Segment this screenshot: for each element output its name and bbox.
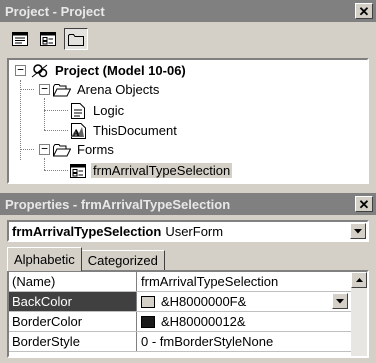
- chevron-down-icon: [336, 298, 344, 303]
- properties-grid: (Name) frmArrivalTypeSelection BackColor…: [7, 270, 369, 358]
- document-object-icon: A: [69, 122, 87, 139]
- property-value[interactable]: &H80000012&: [137, 312, 367, 331]
- project-toolbar: [0, 22, 376, 56]
- color-swatch: [141, 315, 155, 328]
- folder-open-icon: [53, 142, 71, 158]
- property-value[interactable]: 0 - fmBorderStyleNone: [137, 332, 367, 351]
- property-value[interactable]: &H8000000F&: [137, 292, 367, 311]
- properties-close-button[interactable]: ✕: [355, 196, 373, 212]
- object-selector-dropdown-button[interactable]: [350, 223, 366, 239]
- property-name: BorderColor: [9, 312, 137, 331]
- tree-node-project[interactable]: Project (Model 10-06): [31, 61, 188, 80]
- close-icon: ✕: [358, 196, 370, 212]
- project-window-title: Project - Project: [5, 3, 105, 19]
- tree-label-logic: Logic: [93, 103, 125, 118]
- tree-label-form-item: frmArrivalTypeSelection: [91, 163, 233, 178]
- arena-objects-expander[interactable]: −: [39, 83, 50, 95]
- tree-label-arena-objects: Arena Objects: [77, 82, 160, 97]
- view-code-icon: [12, 32, 28, 46]
- module-icon: [69, 102, 87, 119]
- project-window-titlebar[interactable]: Project - Project ✕: [0, 0, 376, 22]
- tab-alphabetic[interactable]: Alphabetic: [7, 247, 82, 271]
- tree-label-thisdocument: ThisDocument: [93, 123, 177, 138]
- tree-node-form-item[interactable]: frmArrivalTypeSelection: [69, 161, 233, 180]
- tree-node-forms[interactable]: Forms: [53, 140, 116, 159]
- root-expander[interactable]: −: [15, 64, 26, 76]
- arrow-up-icon: [355, 278, 363, 282]
- properties-tabs: Alphabetic Categorized: [7, 247, 165, 271]
- property-value[interactable]: frmArrivalTypeSelection: [137, 272, 367, 291]
- properties-window-titlebar[interactable]: Properties - frmArrivalTypeSelection ✕: [0, 193, 376, 215]
- toggle-folders-button[interactable]: [64, 28, 88, 50]
- property-row-borderstyle[interactable]: BorderStyle 0 - fmBorderStyleNone: [9, 332, 367, 352]
- backcolor-dropdown-button[interactable]: [332, 293, 348, 309]
- svg-text:A: A: [73, 128, 80, 138]
- object-selector-type: UserForm: [165, 223, 224, 239]
- project-icon: [31, 63, 49, 79]
- property-name: BackColor: [9, 292, 137, 311]
- property-row-bordercolor[interactable]: BorderColor &H80000012&: [9, 312, 367, 332]
- property-name: BorderStyle: [9, 332, 137, 351]
- project-close-button[interactable]: ✕: [355, 3, 373, 19]
- tree-node-arena-objects[interactable]: Arena Objects: [53, 80, 161, 99]
- project-tree[interactable]: − − − Project (Model 10-06) Arena Object…: [7, 58, 369, 184]
- userform-icon: [69, 163, 87, 179]
- object-selector[interactable]: frmArrivalTypeSelection UserForm: [7, 220, 369, 242]
- properties-window-title: Properties - frmArrivalTypeSelection: [5, 196, 231, 212]
- close-icon: ✕: [358, 3, 370, 19]
- view-code-button[interactable]: [8, 28, 32, 50]
- properties-scrollbar[interactable]: [351, 272, 367, 356]
- folder-icon: [68, 33, 84, 46]
- view-object-button[interactable]: [36, 28, 60, 50]
- tab-categorized[interactable]: Categorized: [80, 250, 165, 271]
- property-value-text: &H8000000F&: [161, 294, 247, 309]
- tree-node-thisdocument[interactable]: A ThisDocument: [69, 121, 179, 140]
- color-swatch: [141, 295, 155, 308]
- chevron-down-icon: [354, 228, 362, 233]
- object-selector-name: frmArrivalTypeSelection: [12, 223, 162, 239]
- tree-node-logic[interactable]: Logic: [69, 101, 126, 120]
- tree-label-forms: Forms: [77, 142, 114, 157]
- property-row-backcolor[interactable]: BackColor &H8000000F&: [9, 292, 367, 312]
- property-value-text: &H80000012&: [161, 314, 246, 329]
- view-object-icon: [40, 32, 56, 46]
- property-value-text: frmArrivalTypeSelection: [141, 274, 279, 289]
- property-row-name[interactable]: (Name) frmArrivalTypeSelection: [9, 272, 367, 292]
- property-value-text: 0 - fmBorderStyleNone: [141, 334, 274, 349]
- folder-open-icon: [53, 82, 71, 98]
- tree-label-project: Project (Model 10-06): [55, 63, 186, 78]
- scroll-up-button[interactable]: [351, 272, 367, 288]
- forms-expander[interactable]: −: [39, 143, 50, 155]
- property-name: (Name): [9, 272, 137, 291]
